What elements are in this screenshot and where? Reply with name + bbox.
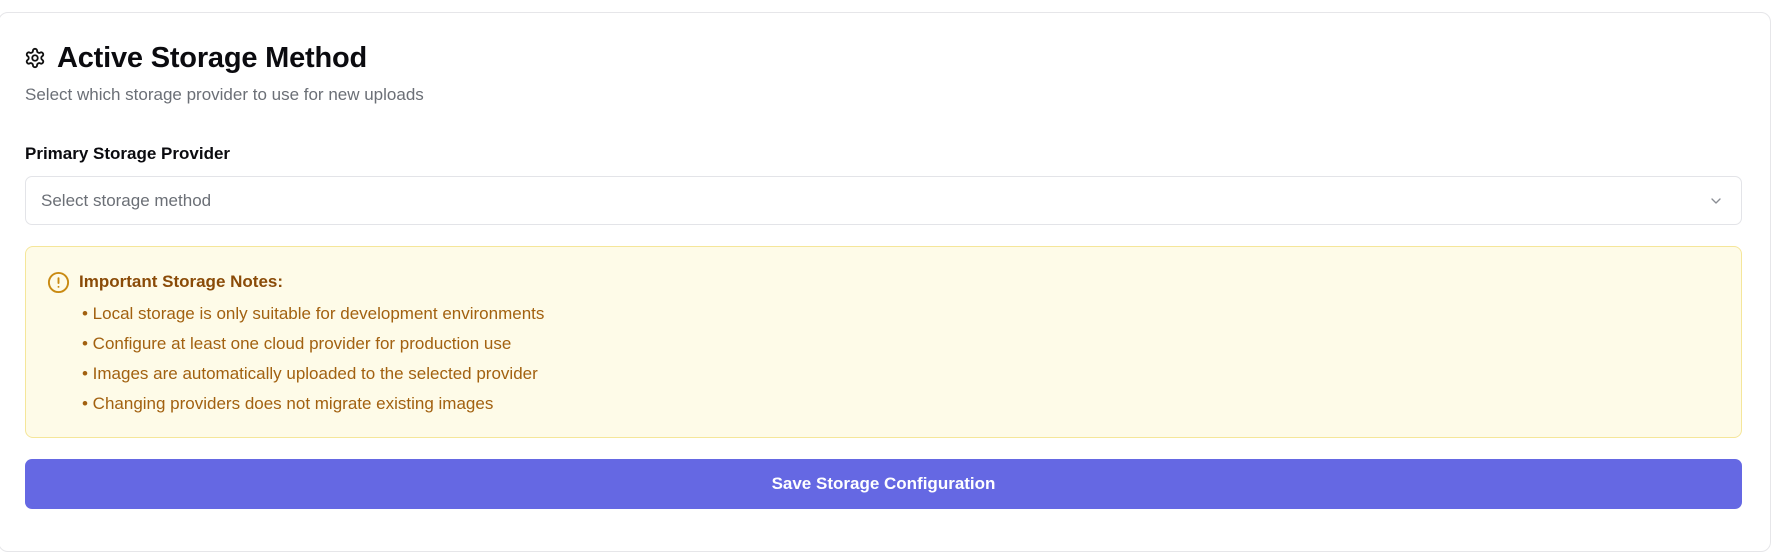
chevron-down-icon — [1707, 192, 1725, 210]
list-item: • Local storage is only suitable for dev… — [82, 304, 545, 323]
section-header: Active Storage Method — [23, 42, 367, 74]
alert-circle-icon — [46, 270, 70, 294]
provider-field-label: Primary Storage Provider — [25, 144, 231, 163]
storage-provider-select[interactable]: Select storage method — [25, 176, 1742, 225]
alert-title: Important Storage Notes: — [79, 272, 284, 291]
storage-notes-alert: Important Storage Notes: • Local storage… — [25, 246, 1742, 438]
list-item: • Configure at least one cloud provider … — [82, 334, 512, 353]
page-subtitle: Select which storage provider to use for… — [25, 85, 424, 104]
page-title: Active Storage Method — [57, 42, 368, 74]
save-storage-button[interactable]: Save Storage Configuration — [25, 459, 1742, 509]
gear-icon — [23, 46, 47, 70]
select-placeholder: Select storage method — [41, 190, 212, 210]
list-item: • Images are automatically uploaded to t… — [82, 364, 538, 383]
alert-header: Important Storage Notes: — [46, 270, 283, 294]
list-item: • Changing providers does not migrate ex… — [82, 394, 494, 413]
notes-list: • Local storage is only suitable for dev… — [82, 303, 544, 423]
